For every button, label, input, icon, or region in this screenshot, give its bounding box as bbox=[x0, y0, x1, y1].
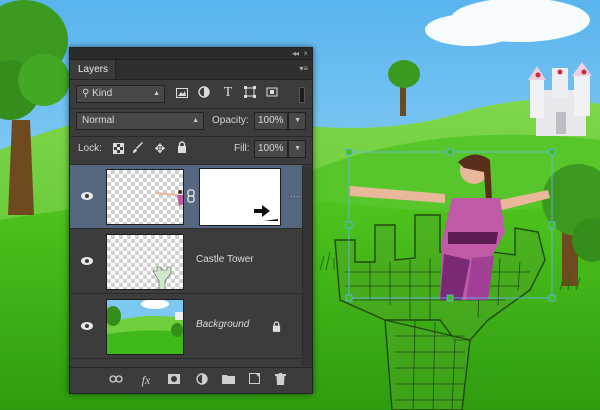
layer-thumbnail[interactable] bbox=[106, 299, 184, 355]
layer-mask-thumbnail[interactable] bbox=[199, 168, 281, 226]
type-filter-icon[interactable]: T bbox=[220, 85, 236, 101]
blend-mode-value: Normal bbox=[82, 115, 115, 126]
adjustment-filter-icon[interactable] bbox=[196, 86, 212, 102]
fill-input[interactable]: 100% bbox=[254, 140, 288, 158]
kind-filter-dropdown[interactable]: ⚲ Kind ▲ bbox=[76, 85, 165, 103]
eye-visibility-icon[interactable] bbox=[80, 191, 94, 201]
layers-bottom-toolbar: fx bbox=[70, 367, 312, 393]
layer-row-girl[interactable]: ··· bbox=[70, 165, 302, 229]
lock-transparent-pixels-icon[interactable] bbox=[110, 142, 126, 158]
tab-layers[interactable]: Layers bbox=[70, 60, 116, 79]
collapse-panel-icon[interactable]: ◂◂ bbox=[292, 48, 299, 59]
girl-thumbnail-image bbox=[155, 190, 183, 206]
blend-row: Normal ▲ Opacity: 100% ▼ bbox=[70, 111, 312, 133]
chevron-updown-icon: ▲ bbox=[153, 90, 160, 97]
layers-scrollbar[interactable] bbox=[302, 166, 312, 366]
lock-all-icon[interactable] bbox=[174, 141, 190, 157]
kind-filter-label: Kind bbox=[92, 88, 113, 99]
lock-position-move-icon[interactable]: ✥ bbox=[152, 141, 168, 157]
group-folder-icon[interactable] bbox=[220, 373, 236, 387]
fx-icon[interactable]: fx bbox=[138, 373, 154, 387]
opacity-slider-button[interactable]: ▼ bbox=[288, 112, 306, 130]
layer-lock-icon bbox=[272, 321, 281, 332]
eye-visibility-icon[interactable] bbox=[80, 321, 94, 331]
mask-link-chain-icon[interactable] bbox=[186, 189, 196, 203]
search-icon: ⚲ bbox=[82, 88, 90, 99]
layers-panel: ◂◂ × Layers ▾≡ ⚲ Kind ▲ T Normal ▲ Opaci… bbox=[69, 47, 313, 394]
close-panel-icon[interactable]: × bbox=[303, 48, 308, 59]
opacity-label: Opacity: bbox=[212, 115, 249, 126]
smart-object-filter-icon[interactable] bbox=[264, 86, 280, 102]
blend-mode-dropdown[interactable]: Normal ▲ bbox=[76, 112, 204, 130]
shape-filter-icon[interactable] bbox=[242, 86, 258, 102]
lock-image-pixels-brush-icon[interactable] bbox=[130, 142, 146, 158]
layer-row-background[interactable]: Background bbox=[70, 295, 302, 359]
chevron-down-icon: ▼ bbox=[294, 117, 301, 124]
chevron-updown-icon: ▲ bbox=[192, 117, 199, 124]
filter-toggle-switch[interactable] bbox=[299, 87, 305, 103]
fill-label: Fill: bbox=[234, 143, 250, 154]
layers-list: ··· Castle Tower Background bbox=[70, 165, 312, 365]
link-layers-icon[interactable] bbox=[108, 373, 124, 387]
panel-menu-icon[interactable]: ▾≡ bbox=[299, 64, 308, 73]
lock-label: Lock: bbox=[78, 143, 102, 154]
chevron-down-icon: ▼ bbox=[294, 145, 301, 152]
mask-thumbnail-image bbox=[254, 205, 278, 221]
eye-visibility-icon[interactable] bbox=[80, 256, 94, 266]
layer-thumbnail[interactable] bbox=[106, 169, 184, 225]
layer-thumbnail[interactable] bbox=[106, 234, 184, 290]
adjustment-layer-icon[interactable] bbox=[194, 373, 210, 388]
panel-tab-bar: Layers ▾≡ bbox=[70, 60, 312, 80]
more-dots-icon: ··· bbox=[290, 191, 299, 201]
trash-icon[interactable] bbox=[272, 373, 288, 388]
tower-thumbnail-image bbox=[152, 266, 172, 289]
opacity-input[interactable]: 100% bbox=[254, 112, 288, 130]
add-mask-icon[interactable] bbox=[166, 373, 182, 387]
distant-castle bbox=[528, 62, 592, 136]
fill-slider-button[interactable]: ▼ bbox=[288, 140, 306, 158]
lock-row: Lock: ✥ Fill: 100% ▼ bbox=[70, 139, 312, 161]
panel-title-strip[interactable]: ◂◂ × bbox=[70, 48, 312, 60]
new-layer-icon[interactable] bbox=[246, 373, 262, 387]
filter-row: ⚲ Kind ▲ T bbox=[70, 84, 312, 106]
layer-name[interactable]: Castle Tower bbox=[196, 254, 254, 265]
image-filter-icon[interactable] bbox=[174, 86, 190, 102]
layer-row-castle-tower[interactable]: Castle Tower bbox=[70, 230, 302, 294]
background-thumbnail-image bbox=[107, 300, 183, 354]
layer-name[interactable]: Background bbox=[196, 319, 249, 330]
